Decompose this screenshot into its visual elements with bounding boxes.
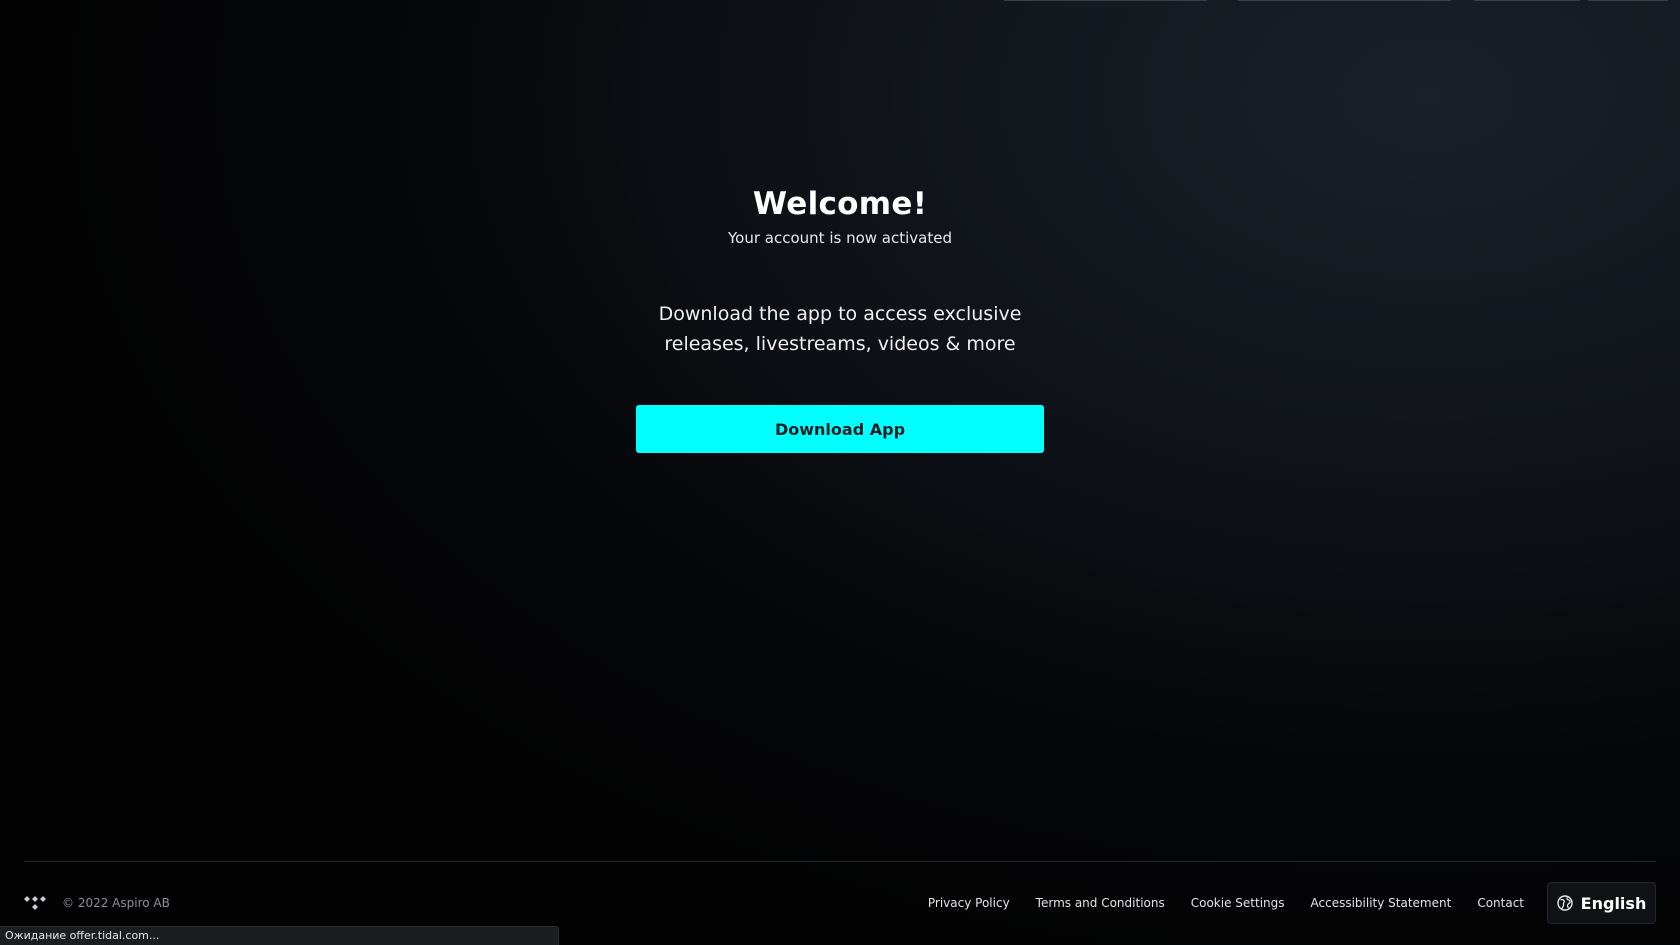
cookie-settings-link[interactable]: Cookie Settings <box>1191 896 1285 910</box>
copyright: © 2022 Aspiro AB <box>62 896 170 910</box>
promo-line: Download the app to access exclusive <box>658 303 1022 325</box>
accessibility-statement-link[interactable]: Accessibility Statement <box>1311 896 1452 910</box>
promo-line: releases, livestreams, videos & more <box>664 333 1016 355</box>
top-edge-line <box>1004 0 1207 1</box>
promo-text: Download the app to access exclusive rel… <box>540 299 1140 359</box>
footer-divider <box>24 861 1656 862</box>
contact-link[interactable]: Contact <box>1477 896 1524 910</box>
top-edge-line <box>1238 0 1451 1</box>
page-title: Welcome! <box>752 186 928 222</box>
download-app-button[interactable]: Download App <box>636 405 1044 453</box>
privacy-policy-link[interactable]: Privacy Policy <box>928 896 1010 910</box>
tidal-logo-icon[interactable] <box>24 896 46 912</box>
top-edge-line <box>1588 0 1668 1</box>
browser-status-bar: Ожидание offer.tidal.com... <box>0 926 559 945</box>
top-edge-line <box>1474 0 1580 1</box>
language-selector[interactable]: English <box>1547 882 1656 924</box>
footer-nav: Privacy Policy Terms and Conditions Cook… <box>928 896 1524 910</box>
globe-icon <box>1556 895 1573 911</box>
terms-link[interactable]: Terms and Conditions <box>1036 896 1165 910</box>
language-label: English <box>1580 893 1647 913</box>
page-subtitle: Your account is now activated <box>728 229 952 247</box>
